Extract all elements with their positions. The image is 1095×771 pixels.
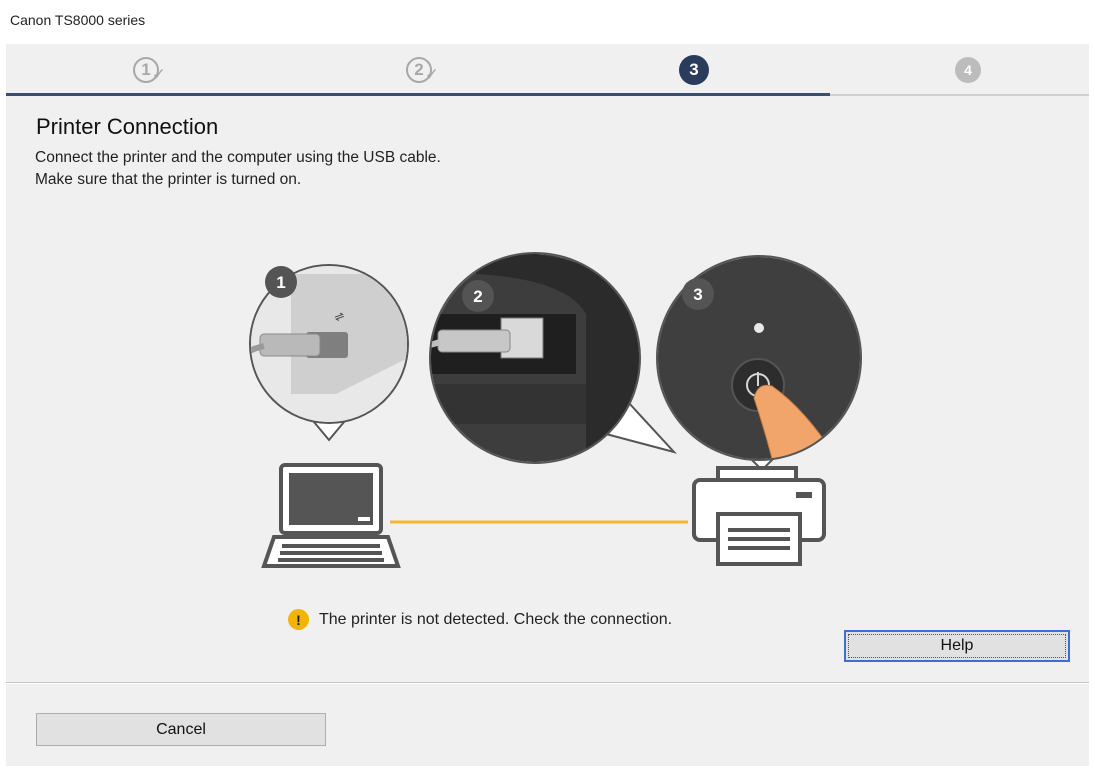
laptop-icon xyxy=(261,463,401,568)
step-3-number: 3 xyxy=(689,60,699,79)
status-text: The printer is not detected. Check the c… xyxy=(319,610,673,628)
step-1: 1 ✓ xyxy=(130,54,166,86)
check-icon: ✓ xyxy=(424,65,439,84)
cancel-button[interactable]: Cancel xyxy=(36,713,326,746)
step-indicator: 1 ✓ 2 ✓ 3 4 xyxy=(6,44,1089,96)
step-2-number: 2 xyxy=(414,60,424,79)
page-title: Printer Connection xyxy=(36,114,219,139)
step-2-ring: 2 ✓ xyxy=(406,57,439,84)
step-1-ring: 1 ✓ xyxy=(133,57,166,84)
warning-icon: ! xyxy=(288,609,309,630)
help-button-label: Help xyxy=(940,637,974,654)
step-4-number: 4 xyxy=(964,62,972,78)
step-4: 4 xyxy=(952,54,984,86)
title-bar: Canon TS8000 series xyxy=(0,0,1095,44)
cancel-button-label: Cancel xyxy=(156,720,206,738)
callout-power-button: 3 xyxy=(656,255,862,472)
footer-divider-highlight xyxy=(6,683,1089,684)
connection-illustration: ⇌ 1 2 3 xyxy=(249,252,862,568)
step-2: 2 ✓ xyxy=(403,54,439,86)
wizard-window: 1 ✓ 2 ✓ 3 4 Printer Connection Connect t… xyxy=(6,44,1089,766)
printer-icon xyxy=(692,466,826,566)
callout-3-number: 3 xyxy=(693,285,702,304)
step-3: 3 xyxy=(678,54,710,86)
window-title: Canon TS8000 series xyxy=(10,12,146,28)
check-icon: ✓ xyxy=(151,65,166,84)
step-4-dot: 4 xyxy=(955,57,981,83)
instruction-line-1: Connect the printer and the computer usi… xyxy=(35,149,441,166)
callout-usb-plug: ⇌ 1 xyxy=(249,264,409,442)
callout-2-number: 2 xyxy=(473,287,482,306)
help-button[interactable]: Help xyxy=(844,630,1070,662)
step-1-number: 1 xyxy=(141,60,151,79)
step-3-dot: 3 xyxy=(679,55,709,85)
callout-usb-port: 2 xyxy=(429,252,678,464)
status-message: ! The printer is not detected. Check the… xyxy=(288,609,672,630)
power-button-icon xyxy=(658,257,860,459)
callout-1-number: 1 xyxy=(276,273,285,292)
progress-fill xyxy=(6,93,830,96)
instruction-line-2: Make sure that the printer is turned on. xyxy=(35,171,302,188)
